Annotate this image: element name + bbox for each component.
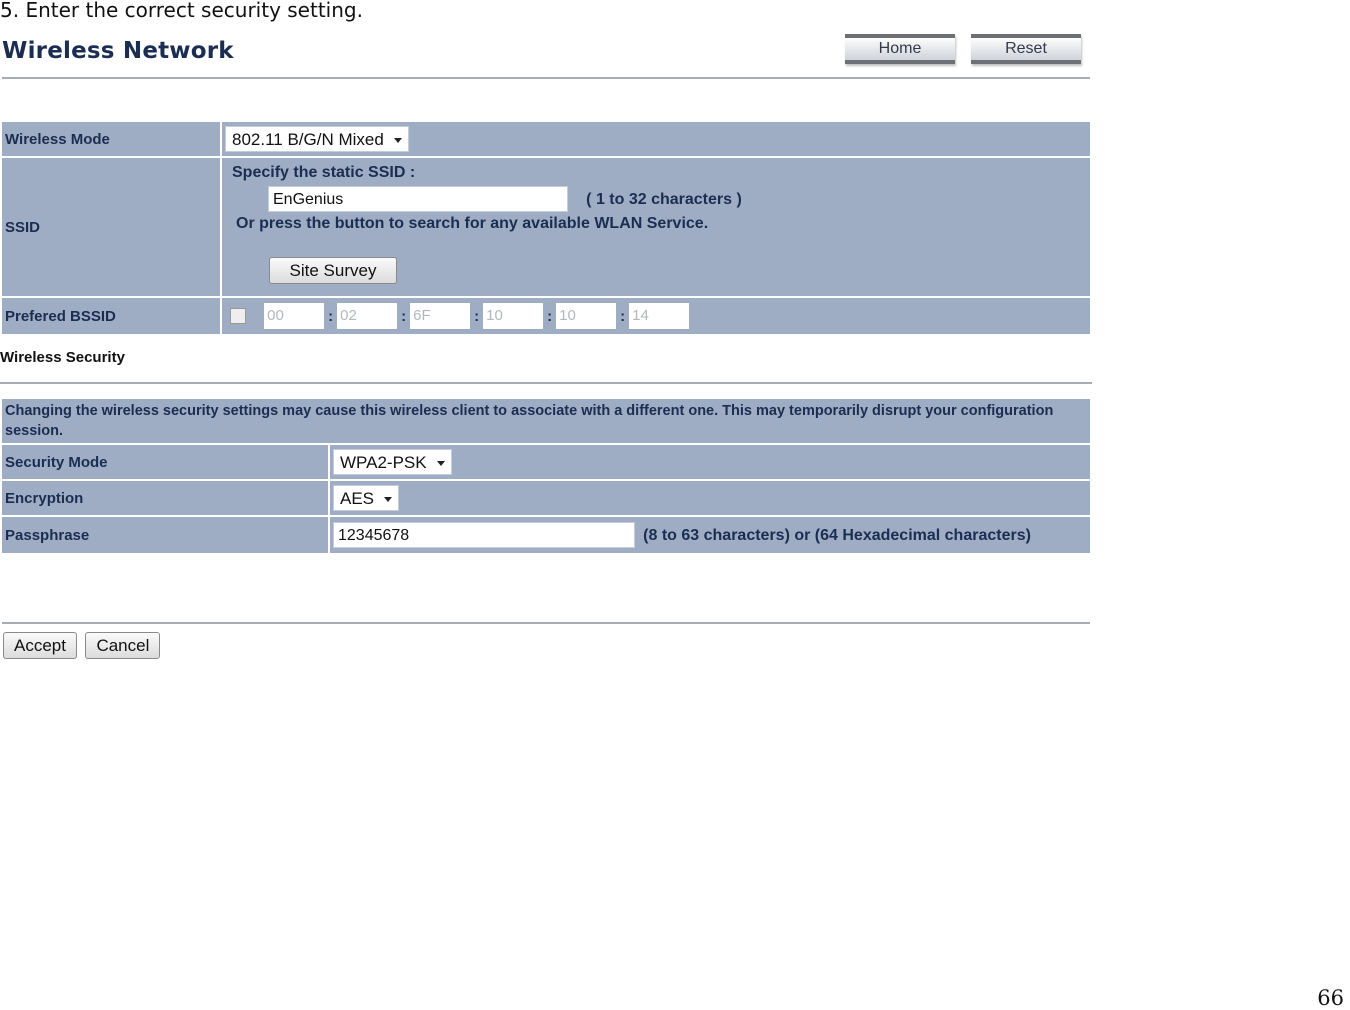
bssid-octet-input[interactable]: 10	[556, 303, 617, 329]
security-warning: Changing the wireless security settings …	[2, 399, 1090, 443]
chevron-down-icon	[436, 461, 445, 467]
bssid-octet-input[interactable]: 6F	[410, 303, 471, 329]
security-mode-row: Security Mode WPA2-PSK	[2, 445, 1090, 479]
encryption-value: AES	[340, 489, 375, 508]
bssid-octet-input[interactable]: 00	[264, 303, 325, 329]
encryption-select[interactable]: AES	[333, 485, 400, 511]
bssid-octet-input[interactable]: 10	[483, 303, 544, 329]
ssid-row: SSID Specify the static SSID : EnGenius …	[2, 158, 1090, 296]
footer-divider	[2, 622, 1090, 624]
passphrase-hint: (8 to 63 characters) or (64 Hexadecimal …	[643, 527, 1031, 544]
ssid-or-text: Or press the button to search for any av…	[236, 215, 709, 232]
home-button[interactable]: Home	[845, 34, 955, 64]
page-title: Wireless Network	[2, 38, 234, 64]
wireless-security-table: Changing the wireless security settings …	[0, 397, 1092, 555]
passphrase-row: Passphrase 12345678 (8 to 63 characters)…	[2, 517, 1090, 553]
security-mode-select[interactable]: WPA2-PSK	[333, 449, 452, 475]
preferred-bssid-checkbox[interactable]	[230, 308, 246, 324]
bssid-separator: :	[547, 307, 553, 325]
accept-button[interactable]: Accept	[3, 632, 77, 659]
wireless-mode-label: Wireless Mode	[2, 122, 220, 156]
bssid-separator: :	[328, 307, 334, 325]
ssid-label: SSID	[2, 158, 220, 296]
bssid-octet-input[interactable]: 14	[629, 303, 690, 329]
wireless-mode-value: 802.11 B/G/N Mixed	[232, 130, 384, 149]
wireless-network-table: Wireless Mode 802.11 B/G/N Mixed SSID Sp…	[0, 120, 1092, 336]
header-divider	[2, 77, 1090, 79]
wireless-security-title: Wireless Security	[0, 349, 125, 366]
encryption-label: Encryption	[2, 481, 328, 515]
site-survey-button[interactable]: Site Survey	[269, 257, 397, 284]
preferred-bssid-label: Prefered BSSID	[2, 298, 220, 334]
bssid-separator: :	[474, 307, 480, 325]
ssid-specify-label: Specify the static SSID :	[232, 164, 416, 181]
security-mode-value: WPA2-PSK	[340, 453, 427, 472]
wireless-mode-row: Wireless Mode 802.11 B/G/N Mixed	[2, 122, 1090, 156]
bssid-separator: :	[401, 307, 407, 325]
security-mode-label: Security Mode	[2, 445, 328, 479]
security-warning-row: Changing the wireless security settings …	[2, 399, 1090, 443]
chevron-down-icon	[393, 138, 402, 144]
bssid-octet-input[interactable]: 02	[337, 303, 398, 329]
wireless-mode-select[interactable]: 802.11 B/G/N Mixed	[225, 126, 409, 152]
step-instruction: 5. Enter the correct security setting.	[0, 0, 363, 22]
chevron-down-icon	[384, 497, 393, 503]
page-number: 66	[1317, 986, 1344, 1010]
passphrase-input[interactable]: 12345678	[333, 522, 635, 548]
passphrase-label: Passphrase	[2, 517, 328, 553]
cancel-button[interactable]: Cancel	[85, 632, 161, 659]
preferred-bssid-row: Prefered BSSID 00:02:6F:10:10:14	[2, 298, 1090, 334]
encryption-row: Encryption AES	[2, 481, 1090, 515]
security-divider	[0, 382, 1092, 384]
bssid-separator: :	[620, 307, 626, 325]
reset-button[interactable]: Reset	[971, 34, 1081, 64]
ssid-hint: ( 1 to 32 characters )	[586, 191, 742, 208]
ssid-input[interactable]: EnGenius	[268, 186, 568, 212]
